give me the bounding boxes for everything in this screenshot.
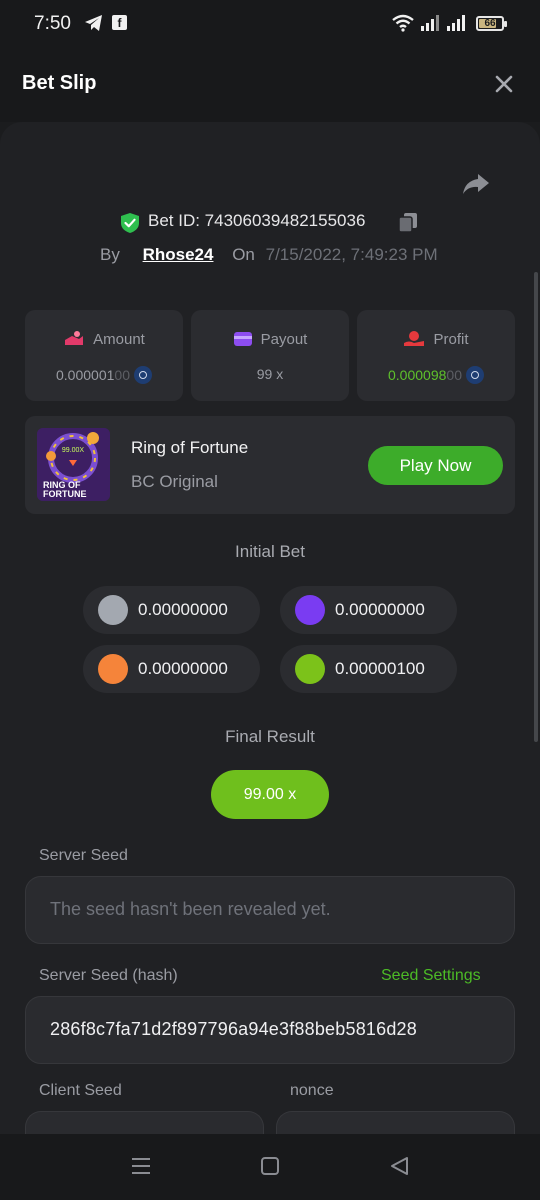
payout-card: Payout 99 x bbox=[191, 310, 349, 401]
nonce-label: nonce bbox=[290, 1082, 334, 1099]
chip-amount: 0.00000000 bbox=[138, 600, 228, 619]
copy-icon[interactable] bbox=[398, 212, 418, 234]
thumb-multiplier: 99.00X bbox=[62, 447, 85, 454]
status-bar: 7:50 f 66 bbox=[0, 0, 540, 48]
system-nav-bar bbox=[0, 1134, 540, 1200]
profit-value-trailing: 00 bbox=[446, 367, 462, 383]
facebook-icon: f bbox=[112, 15, 127, 30]
by-label: By bbox=[100, 244, 120, 264]
signal-icon bbox=[447, 15, 465, 31]
home-nav-icon[interactable] bbox=[260, 1156, 280, 1176]
seed-settings-link[interactable]: Seed Settings bbox=[381, 967, 481, 985]
game-name[interactable]: Ring of Fortune bbox=[131, 438, 248, 458]
client-seed-label: Client Seed bbox=[39, 1082, 122, 1099]
bet-detail-panel: Bet ID: 74306039482155036 By Rhose24 On … bbox=[0, 122, 540, 1134]
server-seed-hash-value: 286f8c7fa71d2f897796a94e3f88beb5816d28 bbox=[50, 1019, 417, 1039]
bet-meta: By Rhose24 On 7/15/2022, 7:49:23 PM bbox=[100, 244, 438, 265]
game-subtitle: BC Original bbox=[131, 472, 218, 491]
chip-amount: 0.00000100 bbox=[335, 659, 425, 678]
chip-amount: 0.00000000 bbox=[335, 600, 425, 619]
amount-card: Amount 0.00000100 bbox=[25, 310, 183, 401]
scrollbar[interactable] bbox=[534, 272, 538, 742]
initial-bet-title: Initial Bet bbox=[235, 542, 305, 561]
on-label: On bbox=[232, 244, 255, 264]
wifi-icon bbox=[392, 14, 414, 32]
chip-color-dot bbox=[98, 595, 128, 625]
thumb-title-2: FORTUNE bbox=[43, 489, 87, 499]
page-title: Bet Slip bbox=[22, 72, 97, 94]
back-nav-icon[interactable] bbox=[389, 1156, 409, 1176]
chip-color-dot bbox=[98, 654, 128, 684]
profit-value: 0.000098 bbox=[388, 367, 447, 383]
play-now-button[interactable]: Play Now bbox=[368, 446, 503, 485]
ring-of-fortune-image: 99.00X RING OF FORTUNE bbox=[37, 428, 110, 501]
nonce-field[interactable] bbox=[276, 1111, 515, 1134]
battery-level: 66 bbox=[484, 18, 496, 29]
share-icon[interactable] bbox=[462, 172, 490, 196]
coin-icon bbox=[133, 366, 152, 384]
chip-amount: 0.00000000 bbox=[138, 659, 228, 678]
amount-label: Amount bbox=[93, 331, 145, 348]
payout-icon bbox=[233, 332, 252, 346]
game-card[interactable]: 99.00X RING OF FORTUNE Ring of Fortune B… bbox=[25, 416, 515, 514]
server-seed-label: Server Seed bbox=[39, 847, 128, 864]
username-link[interactable]: Rhose24 bbox=[143, 245, 214, 265]
payout-label: Payout bbox=[260, 331, 308, 348]
bet-date: 7/15/2022, 7:49:23 PM bbox=[265, 244, 438, 264]
bet-chip-gray: 0.00000000 bbox=[83, 586, 260, 634]
signal-icon bbox=[421, 15, 439, 31]
bet-id: Bet ID: 74306039482155036 bbox=[148, 211, 366, 230]
menu-nav-icon[interactable] bbox=[131, 1156, 151, 1176]
final-result-badge: 99.00 x bbox=[211, 770, 329, 819]
server-seed-placeholder: The seed hasn't been revealed yet. bbox=[50, 899, 331, 919]
game-thumbnail[interactable]: 99.00X RING OF FORTUNE bbox=[37, 428, 110, 501]
bet-chip-green: 0.00000100 bbox=[280, 645, 457, 693]
server-seed-hash-field[interactable]: 286f8c7fa71d2f897796a94e3f88beb5816d28 bbox=[25, 996, 515, 1064]
shield-check-icon bbox=[121, 213, 139, 233]
coin-icon bbox=[465, 366, 484, 384]
client-seed-field[interactable] bbox=[25, 1111, 264, 1134]
server-seed-field[interactable]: The seed hasn't been revealed yet. bbox=[25, 876, 515, 944]
amount-value-trailing: 00 bbox=[114, 367, 130, 383]
chip-color-dot bbox=[295, 595, 325, 625]
payout-value: 99 x bbox=[256, 366, 284, 382]
profit-card: Profit 0.00009800 bbox=[357, 310, 515, 401]
bet-chip-purple: 0.00000000 bbox=[280, 586, 457, 634]
profit-label: Profit bbox=[433, 331, 469, 348]
profit-icon bbox=[404, 331, 425, 346]
chip-color-dot bbox=[295, 654, 325, 684]
close-icon[interactable] bbox=[492, 72, 516, 96]
telegram-icon bbox=[85, 15, 102, 31]
bet-slip-header: Bet Slip bbox=[0, 48, 540, 122]
amount-value: 0.000001 bbox=[56, 367, 115, 383]
bet-chip-orange: 0.00000000 bbox=[83, 645, 260, 693]
final-result-title: Final Result bbox=[225, 727, 315, 746]
server-seed-hash-label: Server Seed (hash) bbox=[39, 967, 178, 984]
battery-icon: 66 bbox=[476, 16, 507, 31]
amount-icon bbox=[65, 331, 84, 345]
status-time: 7:50 bbox=[34, 13, 71, 34]
